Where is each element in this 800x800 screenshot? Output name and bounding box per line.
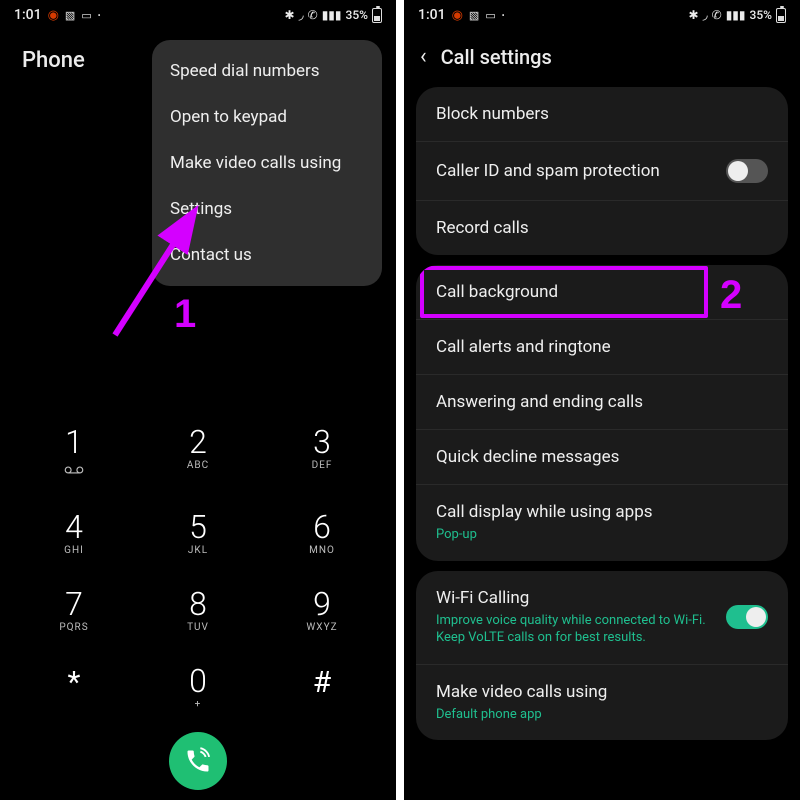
- row-label: Block numbers: [436, 104, 768, 124]
- row-make-video-calls[interactable]: Make video calls using Default phone app: [416, 664, 788, 741]
- row-call-alerts-ringtone[interactable]: Call alerts and ringtone: [416, 319, 788, 374]
- row-label: Quick decline messages: [436, 447, 768, 467]
- call-button[interactable]: [169, 732, 227, 790]
- settings-group-3: Wi-Fi Calling Improve voice quality whil…: [416, 571, 788, 741]
- wifi-icon: ◞: [703, 8, 708, 23]
- image-notification-icon: ▧: [65, 9, 75, 22]
- annotation-step-2: 2: [720, 273, 742, 318]
- wifi-calling-toggle[interactable]: [726, 605, 768, 629]
- row-label: Record calls: [436, 218, 768, 238]
- dial-key-3[interactable]: 3DEF: [260, 412, 384, 497]
- row-label: Call alerts and ringtone: [436, 337, 768, 357]
- battery-text: 35%: [346, 8, 368, 22]
- phone-app-screen: 1:01 ◉ ▧ ▭ • ✱ ◞ ✆ ▮▮▮ 35% Phone Speed d…: [0, 0, 396, 800]
- row-block-numbers[interactable]: Block numbers: [416, 87, 788, 141]
- page-title: Call settings: [441, 45, 552, 69]
- dial-key-8[interactable]: 8TUV: [136, 574, 260, 651]
- battery-icon: [372, 8, 382, 23]
- status-bar: 1:01 ◉ ▧ ▭ • ✱ ◞ ✆ ▮▮▮ 35%: [404, 0, 800, 30]
- row-sublabel: Improve voice quality while connected to…: [436, 612, 726, 647]
- status-bar: 1:01 ◉ ▧ ▭ • ✱ ◞ ✆ ▮▮▮ 35%: [0, 0, 396, 30]
- voicemail-icon: [64, 460, 84, 479]
- notification-icon: ◉: [452, 8, 463, 23]
- row-label: Call display while using apps Pop-up: [436, 502, 768, 544]
- row-caller-id-spam[interactable]: Caller ID and spam protection: [416, 141, 788, 200]
- dialer-keypad: 1 2ABC 3DEF 4GHI 5JKL 6MNO 7PQRS 8TUV 9W…: [0, 412, 396, 800]
- volte-icon: ✆: [308, 8, 318, 22]
- dial-key-6[interactable]: 6MNO: [260, 497, 384, 574]
- row-sublabel: Default phone app: [436, 706, 768, 724]
- signal-icon: ▮▮▮: [322, 8, 342, 22]
- dial-key-star[interactable]: *: [12, 651, 136, 728]
- battery-icon: [776, 8, 786, 23]
- dial-key-5[interactable]: 5JKL: [136, 497, 260, 574]
- dial-key-4[interactable]: 4GHI: [12, 497, 136, 574]
- more-notifications-dot: •: [502, 11, 505, 20]
- row-sublabel: Pop-up: [436, 526, 768, 544]
- settings-group-1: Block numbers Caller ID and spam protect…: [416, 87, 788, 255]
- bluetooth-icon: ✱: [285, 8, 295, 22]
- more-notifications-dot: •: [98, 11, 101, 20]
- dial-key-0[interactable]: 0+: [136, 651, 260, 728]
- dial-key-9[interactable]: 9WXYZ: [260, 574, 384, 651]
- chat-notification-icon: ▭: [81, 9, 91, 22]
- back-button[interactable]: ‹: [420, 44, 427, 69]
- row-wifi-calling[interactable]: Wi-Fi Calling Improve voice quality whil…: [416, 571, 788, 664]
- dial-key-2[interactable]: 2ABC: [136, 412, 260, 497]
- header: ‹ Call settings: [404, 30, 800, 77]
- menu-item-open-keypad[interactable]: Open to keypad: [152, 94, 382, 140]
- annotation-step-1: 1: [174, 292, 196, 337]
- image-notification-icon: ▧: [469, 9, 479, 22]
- status-time: 1:01: [14, 7, 42, 23]
- dial-key-7[interactable]: 7PQRS: [12, 574, 136, 651]
- wifi-call-icon: [184, 747, 212, 775]
- row-answering-ending[interactable]: Answering and ending calls: [416, 374, 788, 429]
- notification-icon: ◉: [48, 8, 59, 23]
- bluetooth-icon: ✱: [689, 8, 699, 22]
- menu-item-contact-us[interactable]: Contact us: [152, 232, 382, 278]
- signal-icon: ▮▮▮: [726, 8, 746, 22]
- wifi-icon: ◞: [299, 8, 304, 23]
- row-label: Caller ID and spam protection: [436, 161, 726, 181]
- volte-icon: ✆: [712, 8, 722, 22]
- row-label: Make video calls using Default phone app: [436, 682, 768, 724]
- dial-key-1[interactable]: 1: [12, 412, 136, 497]
- row-quick-decline[interactable]: Quick decline messages: [416, 429, 788, 484]
- row-label: Wi-Fi Calling Improve voice quality whil…: [436, 588, 726, 647]
- menu-item-speed-dial[interactable]: Speed dial numbers: [152, 48, 382, 94]
- status-time: 1:01: [418, 7, 446, 23]
- row-label: Call background: [436, 282, 768, 302]
- overflow-menu: Speed dial numbers Open to keypad Make v…: [152, 40, 382, 286]
- row-label: Answering and ending calls: [436, 392, 768, 412]
- call-settings-screen: 1:01 ◉ ▧ ▭ • ✱ ◞ ✆ ▮▮▮ 35% ‹ Call settin…: [404, 0, 800, 800]
- menu-item-video-calls[interactable]: Make video calls using: [152, 140, 382, 186]
- dial-key-hash[interactable]: #: [260, 651, 384, 728]
- row-record-calls[interactable]: Record calls: [416, 200, 788, 255]
- caller-id-toggle[interactable]: [726, 159, 768, 183]
- chat-notification-icon: ▭: [485, 9, 495, 22]
- battery-text: 35%: [750, 8, 772, 22]
- menu-item-settings[interactable]: Settings: [152, 186, 382, 232]
- row-call-display-apps[interactable]: Call display while using apps Pop-up: [416, 484, 788, 561]
